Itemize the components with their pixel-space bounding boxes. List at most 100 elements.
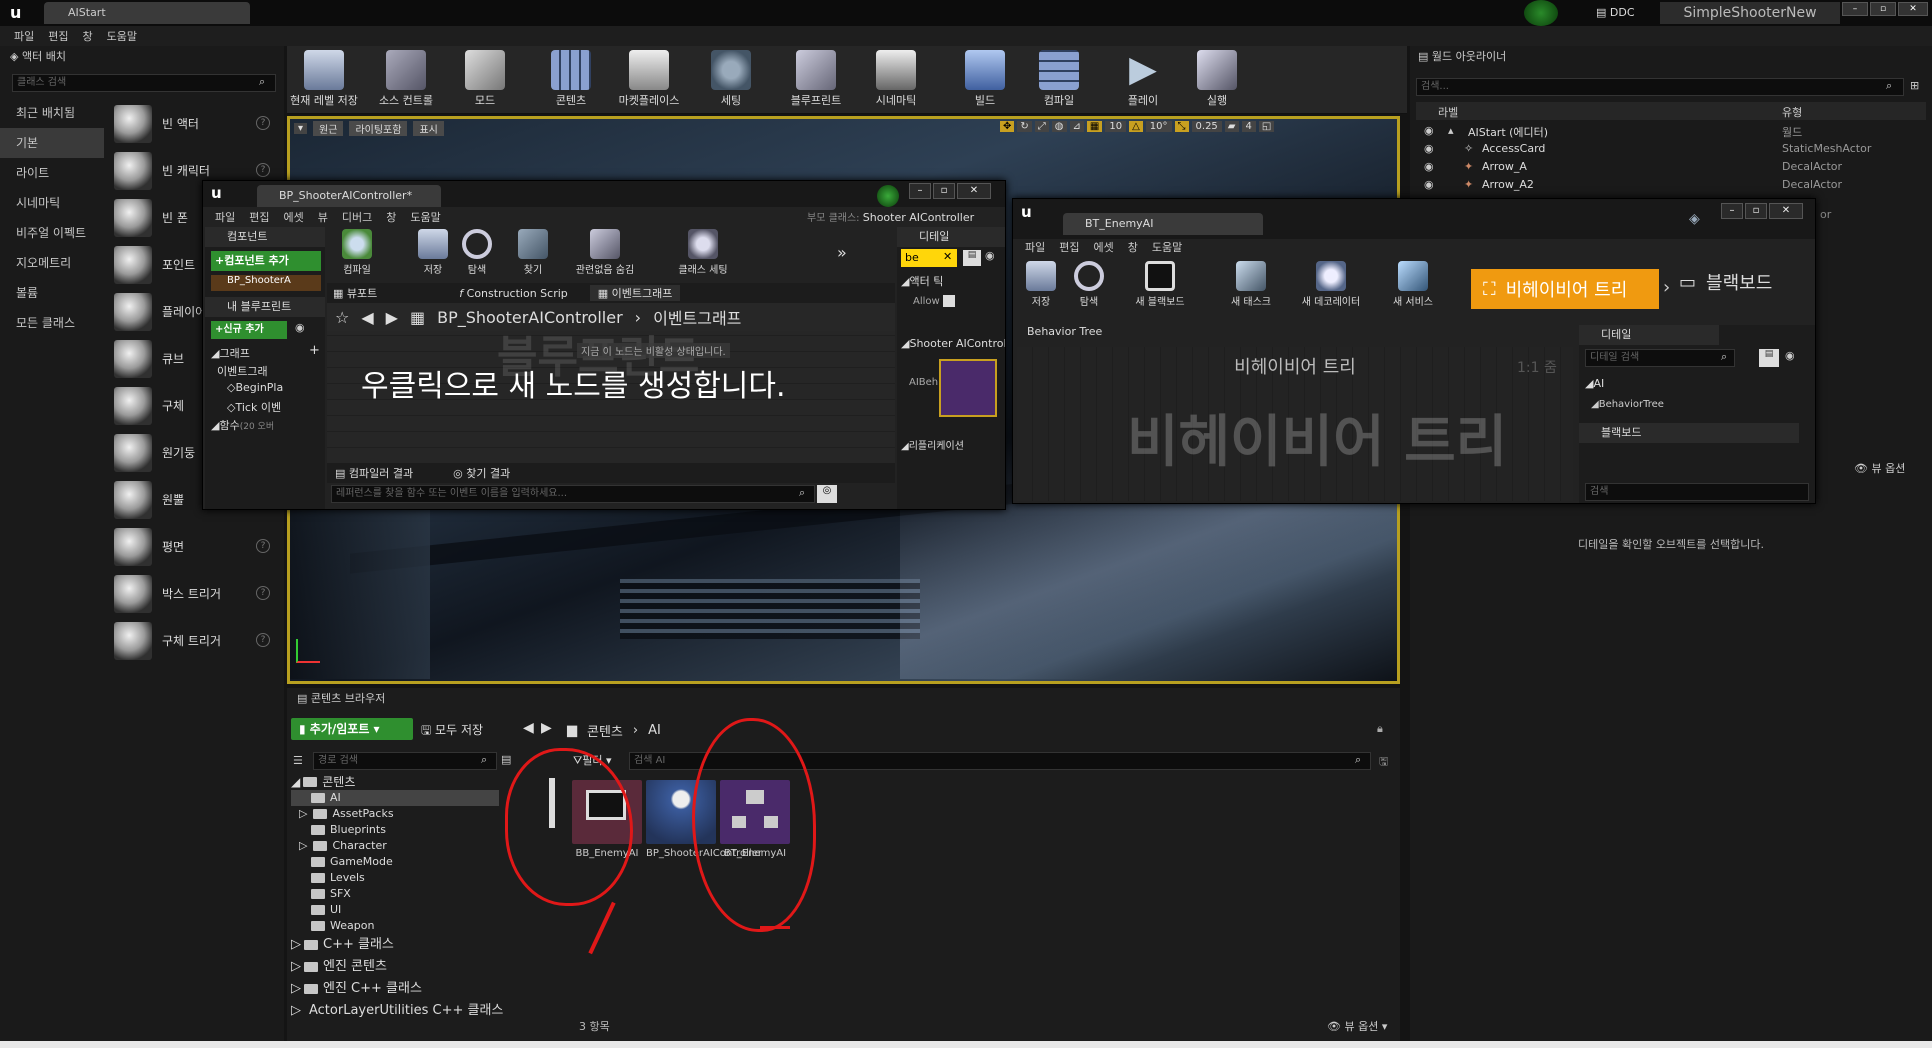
help-icon[interactable]: ? [256,116,270,130]
content-button[interactable]: 콘텐츠 [541,50,601,108]
tab-event-graph[interactable]: ▦ 이벤트그래프 [589,285,681,301]
back-button[interactable]: ◀ [523,720,534,736]
blueprint-tab[interactable]: BP_ShooterAIController* [257,185,441,207]
angle-snap-value[interactable]: 10° [1145,121,1172,132]
category-cinematic[interactable]: 시네마틱 [0,188,104,218]
add-graph-icon[interactable]: + [309,343,320,358]
save-all-button[interactable]: 🖫 모두 저장 [421,721,483,742]
replication-section[interactable]: ◢리플리케이션 [901,437,964,452]
find-references-input[interactable]: 레퍼런스를 찾을 함수 또는 이벤트 이름을 입력하세요... [331,485,815,503]
shooter-ai-section[interactable]: ◢Shooter AIControlle [901,337,1005,350]
scale-icon[interactable]: ⤢ [1034,121,1049,132]
menu-window[interactable]: 창 [83,28,93,44]
property-matrix-icon[interactable]: ▤ [1759,349,1779,367]
modes-button[interactable]: 모드 [455,50,515,108]
camera-speed-icon[interactable]: ▰ [1224,121,1239,132]
lit-button[interactable]: 라이팅포함 [349,121,408,136]
tree-item-folder[interactable]: Weapon [291,918,499,934]
menu-help[interactable]: 도움말 [107,28,137,44]
menu-item[interactable]: 도움말 [1152,239,1182,255]
save-search-icon[interactable]: 🖫 [1379,753,1388,772]
back-icon[interactable]: ◀ [361,308,373,327]
new-service-button[interactable]: 새 서비스 [1383,261,1443,308]
cinematics-button[interactable]: 시네마틱 [861,50,931,108]
category-visual-effects[interactable]: 비주얼 이펙트 [0,218,104,248]
bp-browse-button[interactable]: 탐색 [457,229,497,276]
level-tab[interactable]: AIStart [44,2,250,24]
actor-item[interactable]: 박스 트리거? [108,570,280,617]
category-basic[interactable]: 기본 [0,128,104,158]
tree-item-folder[interactable]: Blueprints [291,822,499,838]
settings-button[interactable]: 세팅 [701,50,761,108]
forward-icon[interactable]: ▶ [386,308,398,327]
menu-item[interactable]: 창 [1128,239,1138,255]
class-search-input[interactable]: 클래스 검색 [12,74,276,92]
source-control-icon[interactable] [1524,0,1558,26]
source-control-icon[interactable] [877,185,899,207]
menu-item[interactable]: 에셋 [284,209,304,225]
visibility-eye-icon[interactable]: ◉ [1424,124,1434,137]
mode-blackboard-button[interactable]: ▭ 블랙보드 [1679,269,1772,295]
new-blackboard-button[interactable]: 새 블랙보드 [1123,261,1197,308]
tab-viewport[interactable]: ▦ 뷰포트 [333,285,377,301]
bt-details-search-input[interactable]: 디테일 검색 [1585,349,1735,367]
bt-graph-tab[interactable]: Behavior Tree [1027,325,1102,338]
tree-item-actor-layer-utilities[interactable]: ▷ ActorLayerUtilities C++ 클래스 [291,1000,503,1022]
close-button[interactable]: ✕ [1769,203,1803,219]
maximize-viewport-icon[interactable]: ◱ [1258,121,1275,132]
world-outliner-tab[interactable]: ▤ 월드 아웃라이너 [1418,48,1506,64]
tree-item-folder[interactable]: AI [291,790,499,806]
allow-checkbox[interactable] [942,295,955,307]
bp-hide-unrelated-button[interactable]: 관련없음 숨김 [563,229,647,276]
grid-snap-icon[interactable]: ▦ [1086,121,1103,132]
build-button[interactable]: 빌드 [955,50,1015,108]
ai-section[interactable]: ◢AI [1585,377,1604,390]
tab-compiler-results[interactable]: ▤ 컴파일러 결과 [335,465,413,481]
help-icon[interactable]: ? [256,633,270,647]
minimize-button[interactable]: – [909,183,931,199]
menu-item[interactable]: 파일 [215,209,235,225]
actor-tick-section[interactable]: ◢액터 틱 [901,273,943,289]
category-volumes[interactable]: 볼륨 [0,278,104,308]
outliner-row[interactable]: ◉ ✦ Arrow_A DecalActor [1416,160,1926,178]
tick-item[interactable]: ◇Tick 이벤 [227,399,281,415]
menu-item[interactable]: 에셋 [1094,239,1114,255]
tree-item-content[interactable]: ◢ 콘텐츠 [291,774,499,790]
menu-item[interactable]: 편집 [249,209,269,225]
tree-item-folder[interactable]: GameMode [291,854,499,870]
visibility-eye-icon[interactable]: ◉ [1424,178,1434,191]
asset-view-options[interactable]: 👁 뷰 옵션 ▾ [1327,1018,1387,1034]
help-icon[interactable]: ? [256,539,270,553]
menu-item[interactable]: 디버그 [342,209,372,225]
path-search-input[interactable]: 경로 검색 [313,752,497,770]
outliner-row[interactable]: ◉ ▴ AIStart (에디터) 월드 [1416,124,1926,142]
camera-speed-value[interactable]: 4 [1241,121,1256,132]
category-lights[interactable]: 라이트 [0,158,104,188]
content-browser-tab[interactable]: ▤ 콘텐츠 브라우저 [297,690,385,706]
binoculars-icon[interactable]: ◎ [817,485,837,503]
bp-find-button[interactable]: 찾기 [513,229,553,276]
event-graph-canvas[interactable]: ☆ ◀ ▶ ▦ BP_ShooterAIController › 이벤트그래프 … [327,303,895,463]
minimize-button[interactable]: – [1842,2,1868,16]
rotate-icon[interactable]: ↻ [1017,121,1032,132]
bt-browse-button[interactable]: 탐색 [1069,261,1109,308]
visibility-eye-icon[interactable]: ◉ [1424,160,1434,173]
path-view-options-icon[interactable]: ▤ [501,753,511,766]
functions-section[interactable]: ◢함수(20 오버 [211,417,274,433]
source-control-button[interactable]: 소스 컨트롤 [371,50,441,108]
tree-item-folder[interactable]: ▷ AssetPacks [291,806,499,822]
outliner-row[interactable]: ◉ ✧ AccessCard StaticMeshActor [1416,142,1926,160]
transform-icon[interactable]: ✥ [1000,121,1015,132]
property-matrix-icon[interactable]: ▤ [963,250,981,266]
menu-item[interactable]: 도움말 [410,209,440,225]
maximize-button[interactable]: ▫ [933,183,955,199]
add-filter-icon[interactable]: ⊞ [1910,79,1919,92]
surface-snap-icon[interactable]: ⊿ [1069,121,1084,132]
component-item[interactable]: BP_ShooterA [211,275,321,291]
search-icon[interactable]: ⌕ [799,486,805,500]
play-button[interactable]: ▶ 플레이 [1113,50,1173,108]
add-import-button[interactable]: ▮ 추가/임포트 ▾ [291,718,413,740]
menu-edit[interactable]: 편집 [48,28,68,44]
forward-button[interactable]: ▶ [541,720,552,736]
parent-class-value[interactable]: Shooter AIController [863,211,974,224]
